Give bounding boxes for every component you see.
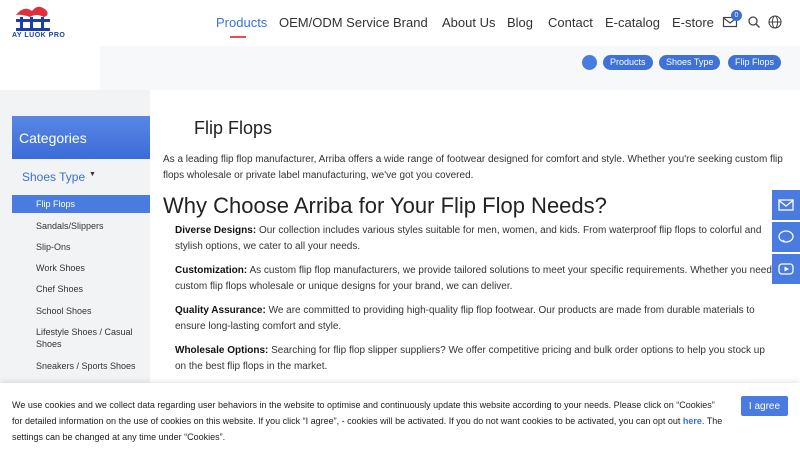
globe-icon[interactable] [767,14,783,30]
search-icon[interactable] [746,14,762,30]
home-icon[interactable] [582,55,597,70]
category-item-work-shoes[interactable]: Work Shoes [12,262,150,274]
side-mail-button[interactable] [772,190,800,220]
nav-blog[interactable]: Blog [507,15,533,30]
cookie-text-main: We use cookies and we collect data regar… [12,400,715,426]
category-item-sneakers[interactable]: Sneakers / Sports Shoes [12,360,150,372]
nav-e-catalog[interactable]: E-catalog [605,15,660,30]
category-item-school-shoes[interactable]: School Shoes [12,305,150,317]
category-item-slip-ons[interactable]: Slip-Ons [12,241,150,253]
nav-e-store[interactable]: E-store [672,15,714,30]
point-title: Quality Assurance: [175,305,266,316]
logo-text: AY LUOK PRO [12,32,66,39]
nav-oem-odm-service[interactable]: OEM/ODM Service [279,15,390,30]
category-item-sandals-slippers[interactable]: Sandals/Slippers [12,220,150,232]
nav-about-us[interactable]: About Us [442,15,495,30]
side-youtube-button[interactable] [772,254,800,284]
nav-brand[interactable]: Brand [393,15,428,30]
category-group-shoes-type[interactable]: Shoes Type [22,170,85,184]
point-diverse-designs: Diverse Designs: Our collection includes… [175,223,775,255]
youtube-icon [778,263,794,275]
caret-down-icon[interactable]: ▼ [89,171,96,178]
point-title: Diverse Designs: [175,225,257,236]
page-title: Flip Flops [194,118,273,138]
side-line-button[interactable] [772,222,800,252]
point-text: As custom flip flop manufacturers, we pr… [175,265,772,292]
category-item-chef-shoes[interactable]: Chef Shoes [12,283,150,295]
cookie-opt-out-link[interactable]: here [683,416,702,426]
breadcrumb-shoes-type[interactable]: Shoes Type [659,55,721,70]
cookie-notice-text: We use cookies and we collect data regar… [12,397,727,445]
point-wholesale-options: Wholesale Options: Searching for flip fl… [175,343,775,375]
breadcrumb-products[interactable]: Products [603,55,653,70]
nav-active-underline [230,36,246,38]
category-item-lifestyle-shoes[interactable]: Lifestyle Shoes / Casual Shoes [12,326,140,350]
site-header: AY LUOK PRO Products OEM/ODM Service Bra… [0,0,800,46]
nav-contact[interactable]: Contact [548,15,593,30]
point-title: Wholesale Options: [175,345,269,356]
nav-products[interactable]: Products [216,15,267,30]
point-text: Our collection includes various styles s… [175,225,762,252]
point-customization: Customization: As custom flip flop manuf… [175,263,775,295]
point-title: Customization: [175,265,248,276]
line-icon [778,230,794,243]
section-heading: Why Choose Arriba for Your Flip Flop Nee… [163,193,607,218]
breadcrumb-flip-flops[interactable]: Flip Flops [728,55,782,70]
category-item-flip-flops[interactable]: Flip Flops [12,195,150,213]
agree-button[interactable]: I agree [741,396,788,416]
categories-heading: Categories [12,116,150,159]
intro-paragraph: As a leading flip flop manufacturer, Arr… [163,154,783,181]
mail-icon [778,199,794,211]
mail-count-badge: 0 [731,10,742,21]
point-quality-assurance: Quality Assurance: We are committed to p… [175,303,775,335]
